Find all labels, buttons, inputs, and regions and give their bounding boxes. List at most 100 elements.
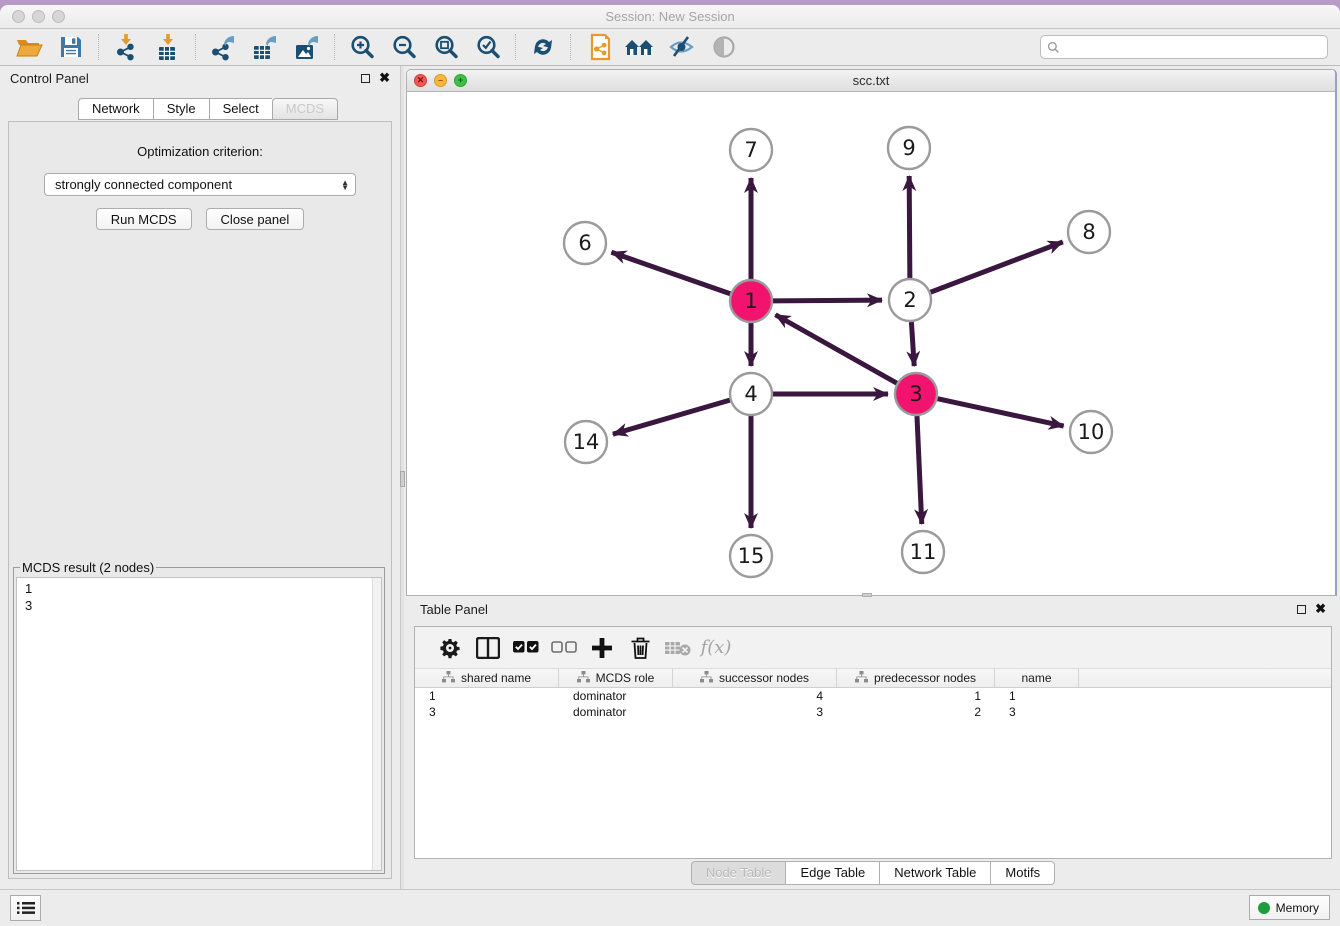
float-table-panel-icon[interactable] — [1297, 605, 1306, 614]
edge-3-10[interactable] — [937, 399, 1063, 426]
hide-selection-icon[interactable] — [665, 32, 699, 62]
import-table-icon[interactable] — [151, 32, 185, 62]
show-all-icon[interactable] — [707, 32, 741, 62]
edge-4-14[interactable] — [613, 400, 730, 434]
node-2[interactable]: 2 — [889, 279, 931, 321]
close-table-panel-icon[interactable]: ✖ — [1315, 604, 1326, 614]
svg-text:15: 15 — [738, 544, 765, 568]
add-column-icon[interactable] — [583, 633, 621, 663]
network-close-button[interactable]: ✕ — [414, 74, 427, 87]
table-cell[interactable]: 3 — [673, 704, 837, 720]
export-table-icon[interactable] — [248, 32, 282, 62]
tab-motifs[interactable]: Motifs — [990, 861, 1055, 885]
tab-node-table[interactable]: Node Table — [691, 861, 786, 885]
table-settings-icon[interactable] — [431, 633, 469, 663]
column-header-predecessor-nodes[interactable]: predecessor nodes — [837, 669, 995, 687]
first-neighbors-icon[interactable] — [623, 32, 657, 62]
maximize-window-button[interactable] — [52, 10, 65, 23]
network-window-titlebar[interactable]: ✕ – + scc.txt — [407, 70, 1335, 92]
run-mcds-button[interactable]: Run MCDS — [96, 208, 192, 230]
split-columns-icon[interactable] — [469, 633, 507, 663]
node-6[interactable]: 6 — [564, 222, 606, 264]
table-cell[interactable]: 2 — [837, 704, 995, 720]
tab-style[interactable]: Style — [153, 98, 209, 120]
close-panel-icon[interactable]: ✖ — [379, 73, 390, 83]
network-canvas[interactable]: 7 9 6 8 1 2 4 3 14 10 15 11 — [407, 92, 1335, 595]
memory-button[interactable]: Memory — [1249, 895, 1330, 920]
table-cell[interactable]: 1 — [995, 688, 1079, 704]
export-network-icon[interactable] — [206, 32, 240, 62]
table-cell[interactable]: dominator — [559, 704, 673, 720]
export-image-icon[interactable] — [290, 32, 324, 62]
column-header-shared-name[interactable]: shared name — [415, 669, 559, 687]
task-history-button[interactable] — [10, 895, 41, 921]
open-file-icon[interactable] — [12, 32, 46, 62]
node-9[interactable]: 9 — [888, 127, 930, 169]
node-4[interactable]: 4 — [730, 373, 772, 415]
node-7[interactable]: 7 — [730, 129, 772, 171]
mcds-result-text[interactable]: 13 — [16, 577, 382, 871]
hierarchy-icon — [700, 671, 713, 686]
tab-select[interactable]: Select — [209, 98, 272, 120]
edge-1-6[interactable] — [611, 252, 730, 294]
table-row[interactable]: 1dominator411 — [415, 688, 1331, 704]
table-cell[interactable]: dominator — [559, 688, 673, 704]
delete-column-icon[interactable] — [621, 633, 659, 663]
select-all-checks-icon[interactable] — [507, 633, 545, 663]
refresh-icon[interactable] — [526, 32, 560, 62]
zoom-fit-icon[interactable] — [429, 32, 463, 62]
node-3[interactable]: 3 — [895, 373, 937, 415]
node-1[interactable]: 1 — [730, 280, 772, 322]
zoom-in-icon[interactable] — [345, 32, 379, 62]
title-bar: Session: New Session — [0, 5, 1340, 29]
node-10[interactable]: 10 — [1070, 411, 1112, 453]
table-cell[interactable]: 1 — [837, 688, 995, 704]
import-network-icon[interactable] — [109, 32, 143, 62]
column-header-name[interactable]: name — [995, 669, 1079, 687]
panel-splitter[interactable] — [400, 66, 404, 889]
column-header-successor-nodes[interactable]: successor nodes — [673, 669, 837, 687]
node-8[interactable]: 8 — [1068, 211, 1110, 253]
save-session-icon[interactable] — [54, 32, 88, 62]
network-from-selection-icon[interactable] — [581, 32, 615, 62]
table-cell[interactable]: 4 — [673, 688, 837, 704]
node-table[interactable]: shared nameMCDS rolesuccessor nodesprede… — [415, 669, 1331, 858]
splitter-handle[interactable] — [400, 471, 405, 487]
tab-network[interactable]: Network — [78, 98, 153, 120]
close-window-button[interactable] — [12, 10, 25, 23]
node-14[interactable]: 14 — [565, 421, 607, 463]
delete-table-icon[interactable] — [659, 633, 697, 663]
tab-edge-table[interactable]: Edge Table — [785, 861, 879, 885]
tab-mcds[interactable]: MCDS — [272, 98, 338, 120]
network-graph[interactable]: 7 9 6 8 1 2 4 3 14 10 15 11 — [407, 92, 1335, 595]
close-panel-button[interactable]: Close panel — [206, 208, 305, 230]
table-toolbar: f(x) — [415, 627, 1331, 669]
network-minimize-button[interactable]: – — [434, 74, 447, 87]
network-maximize-button[interactable]: + — [454, 74, 467, 87]
search-input[interactable] — [1060, 40, 1327, 54]
deselect-all-checks-icon[interactable] — [545, 633, 583, 663]
edge-2-8[interactable] — [931, 242, 1063, 292]
edge-2-9[interactable] — [909, 176, 910, 278]
table-row[interactable]: 3dominator323 — [415, 704, 1331, 720]
zoom-out-icon[interactable] — [387, 32, 421, 62]
edge-1-2[interactable] — [773, 300, 882, 301]
table-cell[interactable]: 3 — [415, 704, 559, 720]
tab-network-table[interactable]: Network Table — [879, 861, 990, 885]
column-header-MCDS-role[interactable]: MCDS role — [559, 669, 673, 687]
zoom-selected-icon[interactable] — [471, 32, 505, 62]
table-cell[interactable]: 1 — [415, 688, 559, 704]
table-cell[interactable]: 3 — [995, 704, 1079, 720]
node-15[interactable]: 15 — [730, 535, 772, 577]
status-bar: Memory — [0, 889, 1340, 925]
optimization-criterion-dropdown[interactable]: strongly connected component ▲▼ — [44, 173, 356, 196]
hierarchy-icon — [855, 671, 868, 686]
float-panel-icon[interactable] — [361, 74, 370, 83]
mcds-result-scrollbar[interactable] — [372, 578, 381, 870]
node-11[interactable]: 11 — [902, 531, 944, 573]
minimize-window-button[interactable] — [32, 10, 45, 23]
edge-2-3[interactable] — [911, 322, 914, 366]
edge-3-1[interactable] — [775, 315, 896, 383]
edge-3-11[interactable] — [917, 416, 922, 524]
search-box[interactable] — [1040, 35, 1328, 59]
